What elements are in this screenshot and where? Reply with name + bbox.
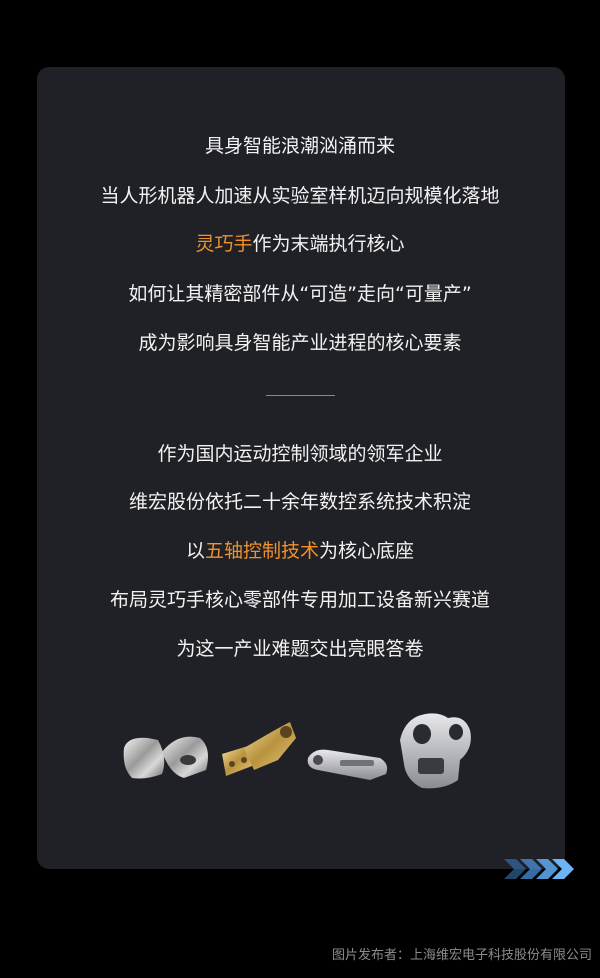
company-line-3-post: 为核心底座 xyxy=(319,540,415,562)
highlight-dexterous-hand: 灵巧手 xyxy=(195,233,253,255)
intro-line-3-rest: 作为末端执行核心 xyxy=(252,233,405,255)
aluminium-link-part xyxy=(307,749,388,780)
intro-line-3: 灵巧手作为末端执行核心 xyxy=(0,231,600,257)
machined-parts-image xyxy=(123,713,471,789)
brass-bracket-part xyxy=(222,722,296,776)
intro-line-4: 如何让其精密部件从“可造”走向“可量产” xyxy=(128,283,472,305)
company-line-3-pre: 以 xyxy=(185,540,205,562)
company-line-2: 维宏股份依托二十余年数控系统技术积淀 xyxy=(128,491,471,513)
intro-line-5: 成为影响具身智能产业进程的核心要素 xyxy=(138,332,462,354)
company-line-3: 以五轴控制技术为核心底座 xyxy=(0,538,600,564)
company-line-4: 布局灵巧手核心零部件专用加工设备新兴赛道 xyxy=(109,589,490,611)
image-credit: 图片发布者：上海维宏电子科技股份有限公司 xyxy=(331,948,592,963)
company-line-5: 为这一产业难题交出亮眼答卷 xyxy=(176,638,424,660)
steel-shell-part xyxy=(123,736,208,779)
intro-line-2: 当人形机器人加速从实验室样机迈向规模化落地 xyxy=(100,185,500,207)
company-line-1: 作为国内运动控制领域的领军企业 xyxy=(157,443,443,465)
highlight-five-axis: 五轴控制技术 xyxy=(204,540,319,562)
chevron-right-icon xyxy=(504,859,574,879)
section-divider xyxy=(266,395,335,396)
aluminium-housing-part xyxy=(400,713,471,789)
intro-line-1: 具身智能浪潮汹涌而来 xyxy=(204,135,395,157)
